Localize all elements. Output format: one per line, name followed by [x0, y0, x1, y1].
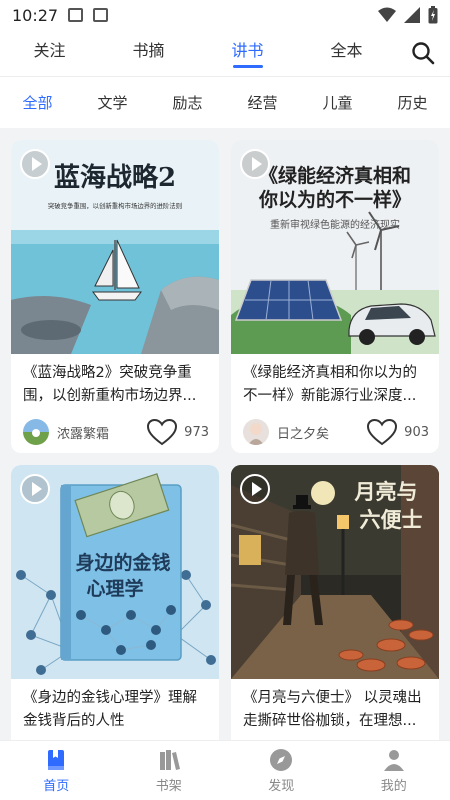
user-icon — [383, 749, 404, 771]
book-cover[interactable]: 《绿能经济真相和 你以为的不一样》 重新审视绿色能源的经济现实 — [231, 140, 439, 354]
cover-title-line-2: 心理学 — [86, 577, 143, 600]
category-bar: 全部 文学 励志 经营 儿童 历史 — [0, 76, 450, 128]
battery-icon — [428, 6, 438, 24]
like-count: 973 — [184, 424, 209, 440]
nav-label: 我的 — [380, 778, 407, 794]
card-title: 《蓝海战略2》突破竞争重围，以创新重构市场边界... — [23, 365, 197, 404]
cover-title-line-2: 你以为的不一样》 — [258, 188, 411, 211]
play-icon[interactable] — [240, 474, 270, 504]
top-nav: 关注 书摘 讲书 全本 — [0, 30, 450, 76]
cover-title: 蓝海战略2 — [54, 162, 176, 193]
bookshelf-icon — [159, 749, 180, 770]
card-meta: 浓露繁霜 973 — [11, 412, 219, 446]
search-icon — [412, 42, 435, 65]
like-count: 903 — [404, 424, 429, 440]
author-name: 浓露繁霜 — [57, 426, 110, 442]
cover-subtitle: 重新审视绿色能源的经济现实 — [270, 218, 400, 231]
cover-title-line-1: 身边的金钱 — [75, 551, 170, 574]
book-cover[interactable]: 身边的金钱 心理学 — [11, 465, 219, 679]
status-time: 10:27 — [12, 5, 59, 25]
category-history[interactable]: 历史 — [375, 92, 450, 113]
card-title: 《绿能经济真相和你以为的不一样》新能源行业深度... — [243, 365, 417, 404]
book-card[interactable]: 月亮与 六便士 《月亮与六便士》 以灵魂出走撕碎世俗枷锁，在理想... — [231, 465, 439, 778]
image-notification-icon — [68, 8, 84, 22]
book-card[interactable]: 《绿能经济真相和 你以为的不一样》 重新审视绿色能源的经济现实 《绿能经济真相和… — [231, 140, 439, 453]
nav-label: 发现 — [268, 778, 295, 794]
cover-title-line-2: 六便士 — [360, 507, 423, 532]
tab-full-books[interactable]: 全本 — [297, 30, 396, 76]
card-meta: 日之夕矣 903 — [231, 412, 439, 446]
compass-icon — [270, 748, 293, 771]
signal-icon — [404, 7, 420, 23]
tab-book-talk[interactable]: 讲书 — [198, 30, 297, 76]
category-children[interactable]: 儿童 — [300, 92, 375, 113]
app-notification-icon — [93, 8, 109, 22]
card-title: 《身边的金钱心理学》理解金钱背后的人性 — [23, 690, 197, 729]
play-icon[interactable] — [20, 149, 50, 179]
heart-icon[interactable] — [366, 418, 398, 446]
author-name: 日之夕矣 — [277, 426, 330, 442]
book-cover[interactable]: 月亮与 六便士 — [231, 465, 439, 679]
bottom-nav: 首页 书架 发现 我的 — [0, 740, 450, 800]
category-business[interactable]: 经营 — [225, 92, 300, 113]
card-title: 《月亮与六便士》 以灵魂出走撕碎世俗枷锁，在理想... — [243, 690, 422, 729]
avatar[interactable] — [243, 419, 269, 445]
category-inspiration[interactable]: 励志 — [150, 92, 225, 113]
nav-profile[interactable]: 我的 — [338, 741, 450, 800]
book-card[interactable]: 身边的金钱 心理学 《身边的金钱心理学》理解金钱背后的人性 — [11, 465, 219, 778]
category-all[interactable]: 全部 — [0, 92, 75, 113]
play-icon[interactable] — [20, 474, 50, 504]
category-literature[interactable]: 文学 — [75, 92, 150, 113]
nav-bookshelf[interactable]: 书架 — [113, 741, 226, 800]
nav-label: 书架 — [155, 778, 182, 794]
status-bar: 10:27 — [0, 0, 450, 30]
play-icon[interactable] — [240, 149, 270, 179]
tab-follow[interactable]: 关注 — [0, 30, 99, 76]
cover-subtitle: 突破竞争重围，以创新重构市场边界的进阶法则 — [48, 201, 182, 210]
tab-excerpts[interactable]: 书摘 — [99, 30, 198, 76]
book-cover[interactable]: 蓝海战略2 突破竞争重围，以创新重构市场边界的进阶法则 — [11, 140, 219, 354]
home-book-icon — [48, 749, 65, 770]
book-grid: 蓝海战略2 突破竞争重围，以创新重构市场边界的进阶法则 《蓝海战略2》突破竞争重… — [0, 128, 450, 778]
cover-title-line-1: 月亮与 — [354, 479, 418, 504]
cover-title-line-1: 《绿能经济真相和 — [259, 164, 411, 187]
book-card[interactable]: 蓝海战略2 突破竞争重围，以创新重构市场边界的进阶法则 《蓝海战略2》突破竞争重… — [11, 140, 219, 453]
nav-discover[interactable]: 发现 — [225, 741, 338, 800]
search-button[interactable] — [396, 41, 450, 65]
wifi-icon — [378, 7, 396, 22]
nav-label: 首页 — [43, 778, 70, 794]
nav-home[interactable]: 首页 — [0, 741, 113, 800]
avatar[interactable] — [23, 419, 49, 445]
heart-icon[interactable] — [146, 418, 178, 446]
